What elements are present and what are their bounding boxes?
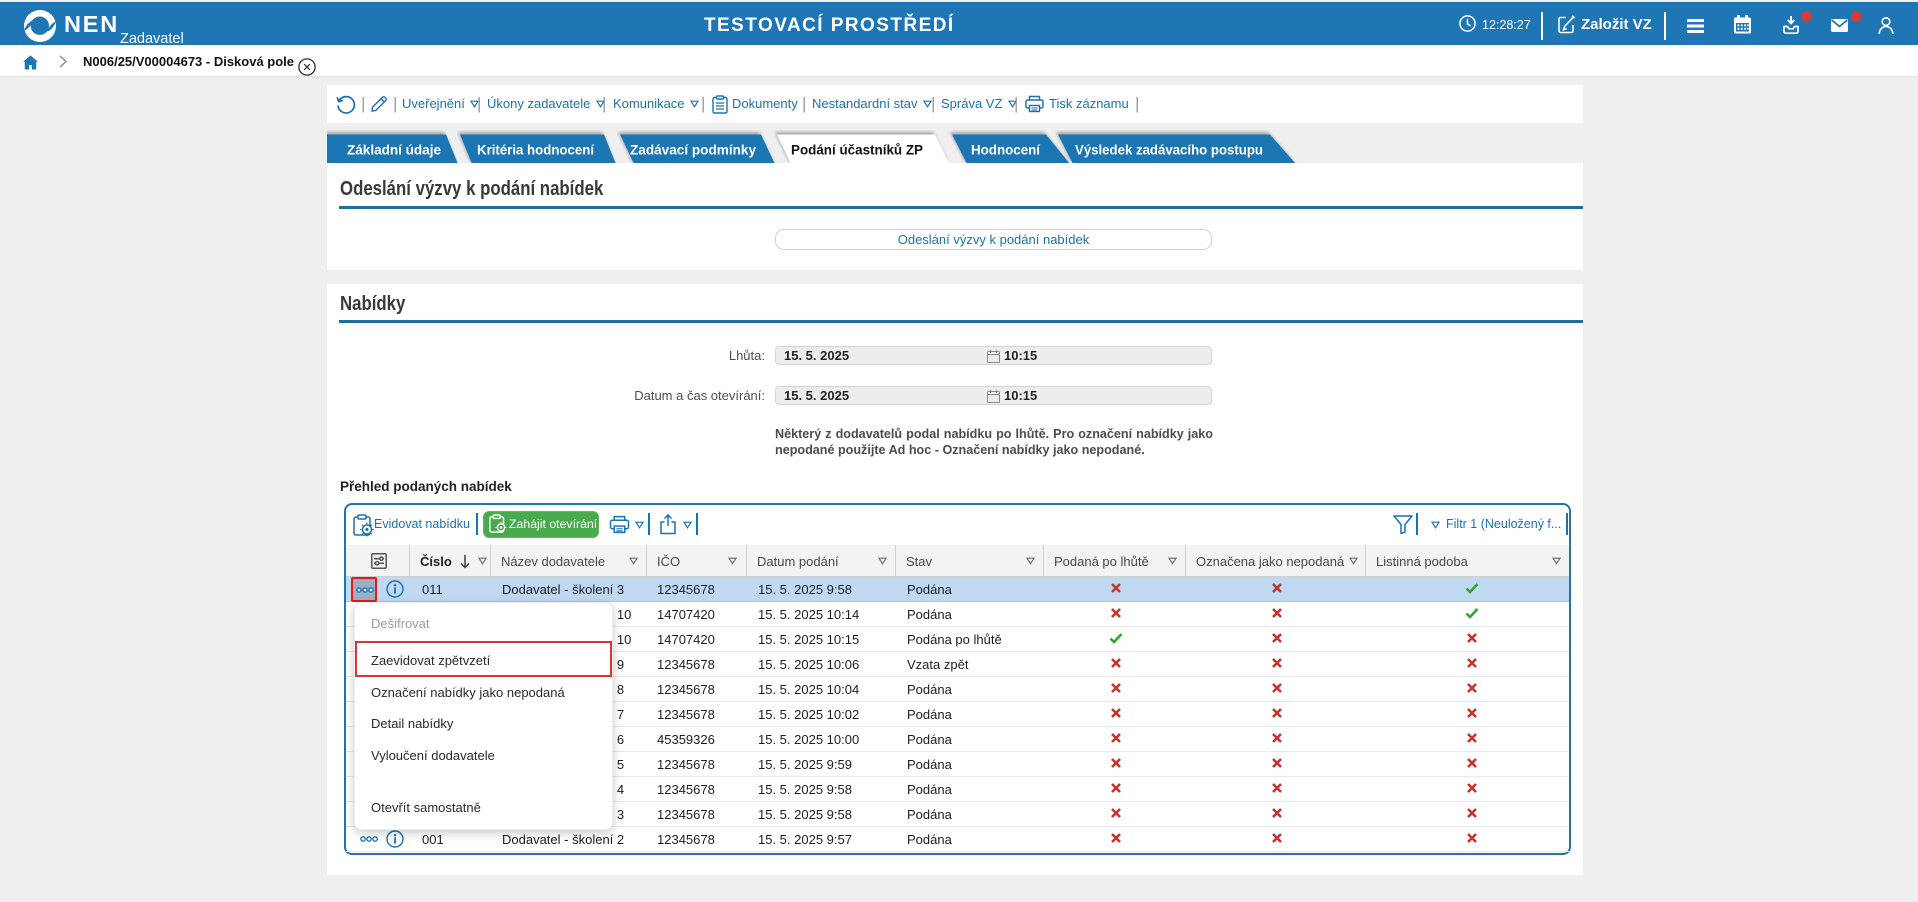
svg-text:Hodnocení: Hodnocení (971, 143, 1041, 158)
svg-text:Kritéria hodnocení: Kritéria hodnocení (477, 143, 595, 158)
svg-text:Výsledek zadávacího postupu: Výsledek zadávacího postupu (1075, 143, 1263, 158)
svg-text:Podání účastníků ZP: Podání účastníků ZP (791, 142, 923, 158)
svg-text:Základní údaje: Základní údaje (347, 143, 441, 158)
svg-text:Zadávací podmínky: Zadávací podmínky (630, 143, 756, 158)
